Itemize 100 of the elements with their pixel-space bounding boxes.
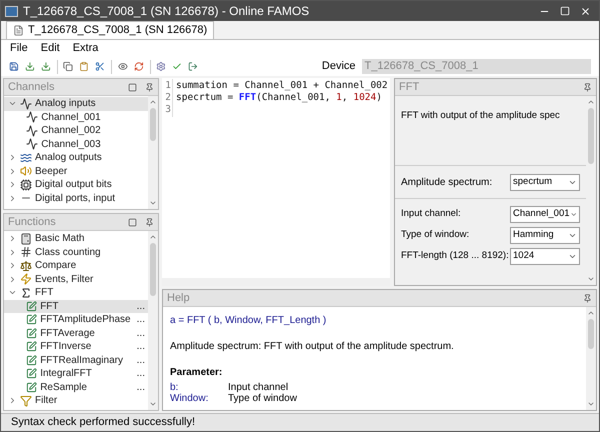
clipboard-icon[interactable] <box>79 60 90 73</box>
tree-label: Events, Filter <box>35 272 94 287</box>
expander-icon[interactable] <box>8 166 17 176</box>
tree-item[interactable]: Beeper <box>4 164 148 178</box>
tree-label: IntegralFFT <box>40 367 93 382</box>
scissors-icon[interactable] <box>95 60 106 73</box>
tree-label: FFTRealImaginary <box>40 354 124 368</box>
save-icon[interactable] <box>9 60 19 73</box>
tree-item[interactable]: FFT ... <box>4 300 148 313</box>
tree-item[interactable]: Compare <box>4 259 148 272</box>
code-line: summation = Channel_001 + Channel_002 <box>176 78 388 92</box>
tree-item[interactable]: ReSample ... <box>4 380 148 394</box>
expander-icon[interactable] <box>8 248 17 257</box>
menu-item[interactable]: Extra <box>72 40 98 57</box>
tree-item[interactable]: Events, Filter <box>4 272 148 286</box>
tree-item[interactable]: Analog inputs <box>4 97 148 110</box>
copy-icon[interactable] <box>63 60 74 73</box>
scroll-up-icon[interactable] <box>149 233 157 241</box>
chevron-icon <box>570 210 577 219</box>
tree-item[interactable]: FFTAmplitudePhase ... <box>4 313 148 326</box>
tree-label: Digital output bits <box>35 178 113 192</box>
settings-icon[interactable] <box>156 60 166 73</box>
scroll-up-icon[interactable] <box>587 98 595 106</box>
scroll-down-icon[interactable] <box>149 400 157 408</box>
maximize-icon[interactable] <box>128 82 137 92</box>
tree-item[interactable]: Channel_003 <box>4 138 148 151</box>
more-button[interactable]: ... <box>136 339 148 354</box>
dropdown[interactable]: Channel_001 <box>510 206 580 223</box>
expander-icon[interactable] <box>8 153 17 162</box>
pin-icon[interactable] <box>145 82 154 92</box>
menu-item[interactable]: Edit <box>40 40 60 57</box>
pin-icon[interactable] <box>583 82 592 92</box>
dropdown[interactable]: Hamming <box>510 227 580 244</box>
code-editor[interactable]: 1 summation = Channel_001 + Channel_002 2 specrtum = FFT(Channel_001, 1, 1024) 3 <box>162 78 390 286</box>
filter-icon <box>20 394 32 407</box>
line-number: 1 <box>162 78 173 94</box>
more-button[interactable]: ... <box>136 352 148 368</box>
tree-label: Analog outputs <box>35 151 103 166</box>
scroll-up-icon[interactable] <box>587 309 595 317</box>
panel-title: Channels <box>8 80 56 95</box>
tree-item[interactable]: Channel_002 <box>4 124 148 138</box>
scroll-down-icon[interactable] <box>587 400 595 408</box>
scroll-thumb[interactable] <box>150 108 156 141</box>
scrollbar[interactable] <box>586 307 596 410</box>
tree-item[interactable]: Digital output bits <box>4 178 148 192</box>
tree-item[interactable]: FFT <box>4 286 148 300</box>
document-tab[interactable]: T_126678_CS_7008_1 (SN 126678) <box>6 21 214 39</box>
more-button[interactable]: ... <box>136 380 148 395</box>
code-line: specrtum = FFT(Channel_001, 1, 1024) <box>176 90 382 105</box>
scroll-thumb[interactable] <box>150 243 156 296</box>
more-button[interactable]: ... <box>136 326 148 341</box>
close-button[interactable] <box>580 6 591 16</box>
panel-title: FFT <box>399 80 420 95</box>
pin-icon[interactable] <box>145 218 154 226</box>
tree-item[interactable]: Digital ports, input <box>4 192 148 205</box>
scroll-thumb[interactable] <box>588 319 594 349</box>
expander-icon[interactable] <box>8 234 17 244</box>
dropdown[interactable]: 1024 <box>510 248 580 265</box>
menu-item[interactable]: File <box>10 40 28 57</box>
document-icon <box>13 25 24 36</box>
scroll-down-icon[interactable] <box>149 199 157 207</box>
expander-icon[interactable] <box>8 396 17 406</box>
more-button[interactable]: ... <box>136 298 148 314</box>
download-icon[interactable] <box>24 60 35 73</box>
more-button[interactable]: ... <box>136 312 148 328</box>
scrollbar[interactable] <box>148 231 158 410</box>
tree-item[interactable]: FFTRealImaginary ... <box>4 354 148 367</box>
scroll-thumb[interactable] <box>588 108 594 164</box>
refresh-icon[interactable] <box>134 60 144 73</box>
expander-icon[interactable] <box>8 274 17 284</box>
expander-icon[interactable] <box>8 261 17 270</box>
dropdown[interactable]: specrtum <box>510 174 580 190</box>
tree-item[interactable]: FFTAverage ... <box>4 326 148 340</box>
tree-label: Class counting <box>35 246 102 260</box>
expander-icon[interactable] <box>8 180 17 190</box>
tree-item[interactable]: Class counting <box>4 246 148 259</box>
tree-label: Channel_002 <box>41 124 102 138</box>
pin-icon[interactable] <box>583 294 592 302</box>
maximize-icon[interactable] <box>128 218 137 226</box>
function-description: FFT with output of the amplitude spec <box>401 110 560 121</box>
chevron-icon <box>568 231 577 240</box>
download-icon[interactable] <box>40 60 51 73</box>
tree-label: FFT <box>40 300 60 314</box>
tree-item[interactable]: Channel_001 <box>4 110 148 124</box>
window-title: T_126678_CS_7008_1 (SN 126678) - Online FAMOS <box>23 3 310 20</box>
tree-item[interactable]: Analog outputs <box>4 151 148 164</box>
expander-icon[interactable] <box>8 194 17 203</box>
tree-item[interactable]: FFTInverse ... <box>4 340 148 354</box>
tree-item[interactable]: Filter <box>4 394 148 408</box>
tree-label: Analog inputs <box>35 97 97 112</box>
tree-item[interactable]: Basic Math <box>4 232 148 246</box>
tree-item[interactable]: IntegralFFT ... <box>4 367 148 380</box>
exit-icon[interactable] <box>188 60 198 73</box>
maximize-button[interactable] <box>560 6 570 16</box>
app-logo-icon <box>5 6 18 16</box>
scroll-up-icon[interactable] <box>149 98 157 106</box>
parameter-name: b: <box>170 382 180 393</box>
scrollbar[interactable] <box>148 96 158 209</box>
scroll-down-icon[interactable] <box>587 275 595 283</box>
more-button[interactable]: ... <box>136 366 148 382</box>
